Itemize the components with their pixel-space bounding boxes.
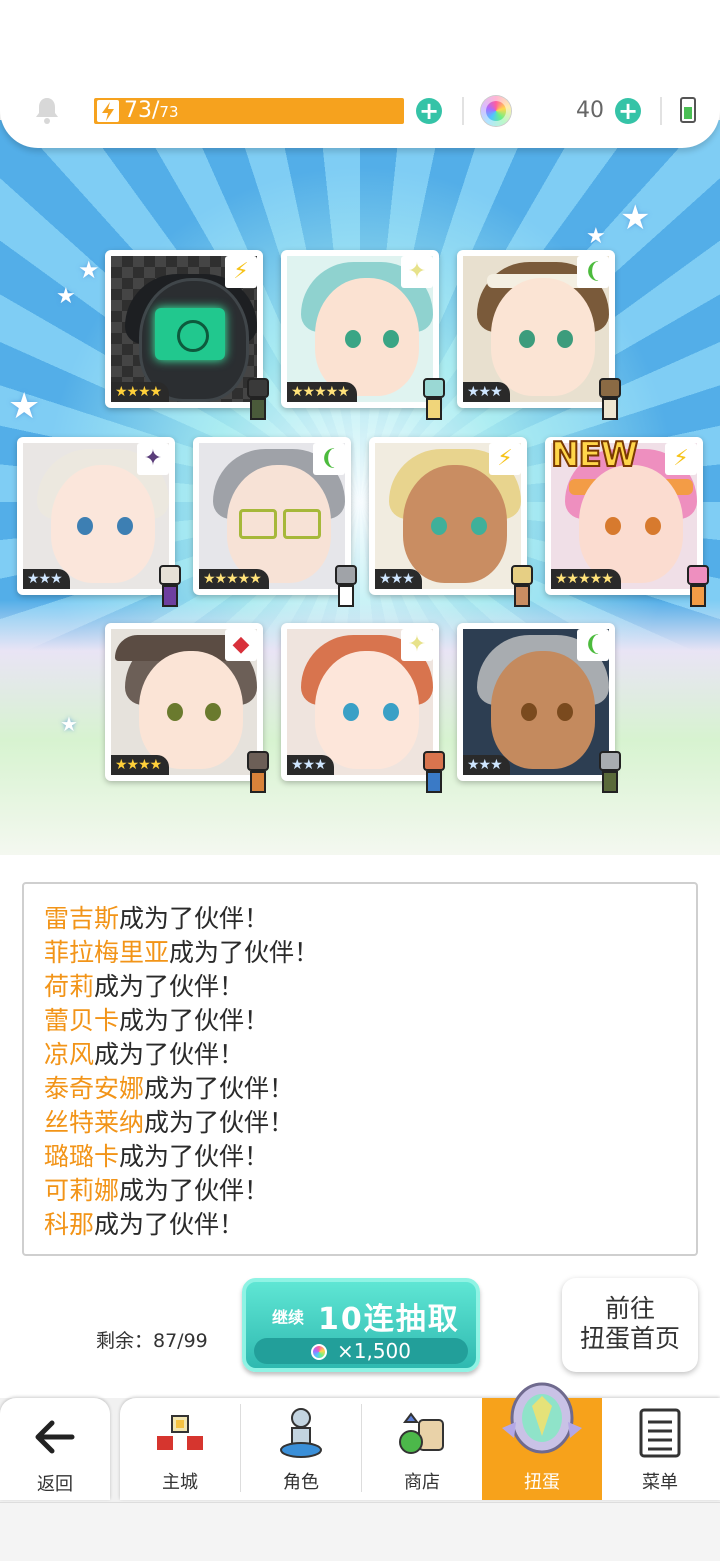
pull-title: 10连抽取 [318, 1302, 460, 1337]
rarity-stars: ★★★★ [111, 382, 170, 402]
rarity-stars: ★★★ [375, 569, 422, 589]
light-attribute-icon: ✦ [401, 629, 433, 661]
divider [462, 97, 464, 125]
chibi-sprite [417, 751, 451, 795]
star-decoration-icon: ★ [78, 256, 100, 284]
character-card[interactable]: ❨ ★★★★★ [193, 437, 357, 607]
lightning-attribute-icon: ⚡ [489, 443, 521, 475]
chibi-sprite [153, 565, 187, 609]
gacha-home-button[interactable]: 前往 扭蛋首页 [562, 1278, 698, 1372]
nav-label: 主城 [162, 1472, 198, 1493]
character-statue-icon [280, 1408, 322, 1458]
result-message: 璐璐卡成为了伙伴！ [44, 1142, 270, 1171]
lightning-attribute-icon: ⚡ [665, 443, 697, 475]
result-message: 蕾贝卡成为了伙伴！ [44, 1006, 270, 1035]
nav-item-town[interactable]: 主城 [120, 1398, 240, 1500]
shop-bag-icon [399, 1412, 444, 1454]
result-message: 雷吉斯成为了伙伴！ [44, 904, 270, 933]
divider [660, 97, 662, 125]
gacha-home-label-line2: 扭蛋首页 [579, 1324, 680, 1353]
result-message: 荷莉成为了伙伴！ [44, 972, 245, 1001]
character-card[interactable]: NEW ⚡ ★★★★★ [545, 434, 709, 607]
fire-attribute-icon: ◆ [225, 629, 257, 661]
dark-attribute-icon: ✦ [137, 443, 169, 475]
character-card[interactable]: ❨ ★★★ [457, 623, 621, 793]
gacha-home-label-line1: 前往 [604, 1294, 655, 1323]
bell-icon[interactable] [34, 96, 60, 124]
town-icon [157, 1415, 203, 1450]
gacha-crystal-icon [502, 1382, 582, 1454]
remaining-count: 剩余：87/99 [96, 1330, 208, 1352]
character-card[interactable]: ✦ ★★★★★ [281, 250, 445, 420]
star-decoration-icon: ★ [620, 198, 651, 238]
wind-attribute-icon: ❨ [577, 629, 609, 661]
continue-10-pull-button[interactable]: 继续 10连抽取 ×1,500 [242, 1278, 480, 1372]
light-attribute-icon: ✦ [401, 256, 433, 288]
new-badge: NEW [550, 434, 639, 476]
star-decoration-icon: ★ [56, 284, 76, 309]
chibi-sprite [241, 378, 275, 422]
chibi-sprite [593, 378, 627, 422]
nav-label: 扭蛋 [524, 1472, 560, 1493]
wind-attribute-icon: ❨ [577, 256, 609, 288]
lightning-icon [97, 100, 119, 122]
add-stamina-button[interactable]: + [416, 98, 442, 124]
back-label: 返回 [37, 1474, 73, 1495]
rarity-stars: ★★★★★ [199, 569, 269, 589]
rarity-stars: ★★★★★ [287, 382, 357, 402]
nav-label: 商店 [404, 1472, 440, 1493]
rainbow-gem-icon [481, 96, 511, 126]
rarity-stars: ★★★★ [111, 755, 170, 775]
status-bar: 73/73 + 40 + [0, 0, 720, 148]
result-message: 可莉娜成为了伙伴！ [44, 1176, 270, 1205]
character-card[interactable]: ✦ ★★★ [281, 623, 445, 793]
character-card[interactable]: ✦ ★★★ [17, 437, 181, 607]
result-message: 丝特莱纳成为了伙伴！ [44, 1108, 295, 1137]
result-message: 凉风成为了伙伴！ [44, 1040, 245, 1069]
character-card[interactable]: ❨ ★★★ [457, 250, 621, 420]
nav-label: 菜单 [642, 1472, 678, 1493]
character-card[interactable]: ⚡ ★★★★ [105, 250, 269, 420]
nav-label: 角色 [283, 1472, 319, 1493]
battery-icon [680, 97, 696, 123]
result-message: 科那成为了伙伴！ [44, 1210, 245, 1239]
lightning-attribute-icon: ⚡ [225, 256, 257, 288]
back-button[interactable]: 返回 [0, 1398, 110, 1500]
pull-cost: ×1,500 [254, 1338, 468, 1364]
gem-count: 40 [576, 98, 604, 123]
star-decoration-icon: ★ [8, 386, 41, 427]
chibi-sprite [417, 378, 451, 422]
chibi-sprite [505, 565, 539, 609]
add-gem-button[interactable]: + [615, 98, 641, 124]
menu-list-icon [639, 1408, 681, 1458]
chibi-sprite [329, 565, 363, 609]
continue-label: 继续 [272, 1308, 305, 1327]
star-decoration-icon: ★ [586, 224, 606, 249]
stamina-value: 73/73 [124, 98, 179, 123]
star-decoration-icon: ★ [60, 712, 78, 736]
result-message-box: 雷吉斯成为了伙伴！ 菲拉梅里亚成为了伙伴！ 荷莉成为了伙伴！ 蕾贝卡成为了伙伴！… [22, 882, 698, 1256]
result-message: 菲拉梅里亚成为了伙伴！ [44, 938, 320, 967]
rarity-stars: ★★★ [287, 755, 334, 775]
rarity-stars: ★★★ [463, 755, 510, 775]
chibi-sprite [681, 565, 715, 609]
arrow-left-icon [35, 1420, 75, 1454]
chibi-sprite [593, 751, 627, 795]
character-card[interactable]: ⚡ ★★★ [369, 437, 533, 607]
nav-item-gacha[interactable]: 扭蛋 [482, 1382, 602, 1500]
rainbow-gem-icon [310, 1344, 327, 1360]
nav-item-characters[interactable]: 角色 [241, 1398, 361, 1500]
rarity-stars: ★★★★★ [551, 569, 621, 589]
chibi-sprite [241, 751, 275, 795]
result-message: 泰奇安娜成为了伙伴！ [44, 1074, 295, 1103]
character-card[interactable]: ◆ ★★★★ [105, 623, 269, 793]
rarity-stars: ★★★ [463, 382, 510, 402]
rarity-stars: ★★★ [23, 569, 70, 589]
wind-attribute-icon: ❨ [313, 443, 345, 475]
nav-item-menu[interactable]: 菜单 [600, 1398, 720, 1500]
nav-item-shop[interactable]: 商店 [362, 1398, 482, 1500]
